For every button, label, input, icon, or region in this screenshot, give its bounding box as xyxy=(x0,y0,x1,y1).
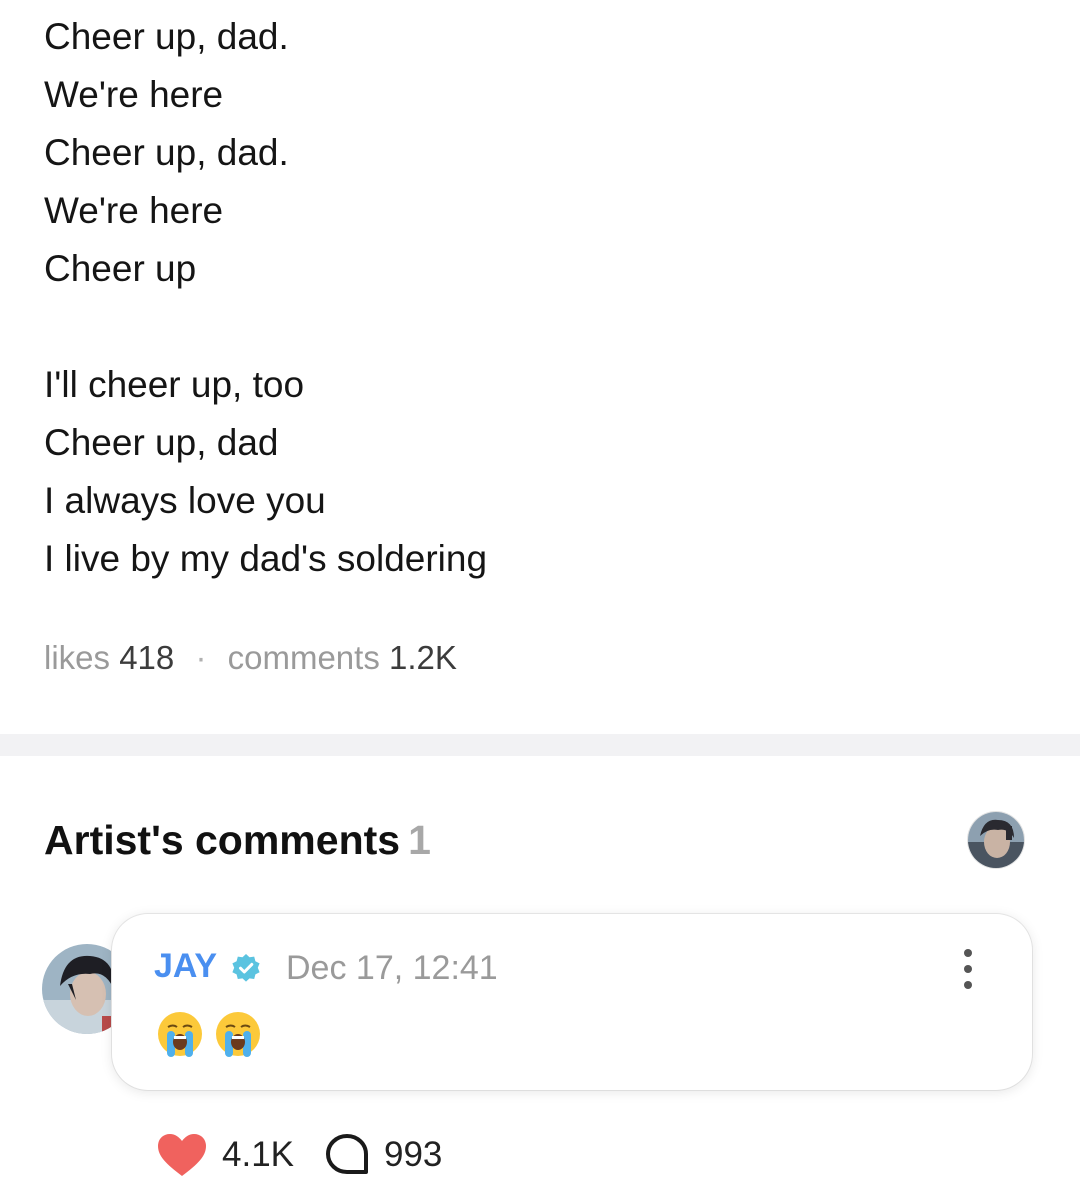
stats-separator: · xyxy=(195,639,207,676)
verified-badge-icon xyxy=(232,954,260,982)
artist-avatar-image xyxy=(968,812,1024,868)
artist-comment-card[interactable]: JAY Dec 17, 12:41 xyxy=(112,914,1032,1090)
post-body: Cheer up, dad. We're here Cheer up, dad.… xyxy=(44,8,1034,588)
comment-actions: 4.1K 993 xyxy=(156,1130,442,1180)
likes-count: 418 xyxy=(119,639,175,676)
loudly-crying-face-icon xyxy=(216,1012,260,1057)
reply-count: 993 xyxy=(384,1135,443,1174)
post-line: Cheer up, dad. xyxy=(44,132,289,173)
post-line: I'll cheer up, too xyxy=(44,364,305,405)
comment-author[interactable]: JAY xyxy=(154,946,217,986)
post-line: I always love you xyxy=(44,480,326,521)
comment-body xyxy=(156,1010,262,1058)
artist-comments-count: 1 xyxy=(408,817,431,863)
like-count: 4.1K xyxy=(222,1135,294,1174)
post-line: Cheer up xyxy=(44,248,197,289)
artist-avatar[interactable] xyxy=(968,812,1024,868)
post-line: Cheer up, dad xyxy=(44,422,279,463)
post-line: We're here xyxy=(44,74,224,115)
post-stats: likes 418 · comments 1.2K xyxy=(44,636,457,680)
comments-label[interactable]: comments xyxy=(228,639,380,676)
post-line: Cheer up, dad. xyxy=(44,16,289,57)
reply-bubble-icon[interactable] xyxy=(324,1132,370,1178)
section-divider xyxy=(0,734,1080,756)
post-line: We're here xyxy=(44,190,224,231)
loudly-crying-face-icon xyxy=(158,1012,202,1057)
comments-count[interactable]: 1.2K xyxy=(389,639,457,676)
likes-label: likes xyxy=(44,639,111,676)
artist-comments-title: Artist's comments xyxy=(44,817,401,863)
post-line: I live by my dad's soldering xyxy=(44,538,488,579)
more-vertical-icon[interactable] xyxy=(948,944,988,994)
heart-icon[interactable] xyxy=(156,1132,208,1178)
comment-timestamp: Dec 17, 12:41 xyxy=(286,949,498,987)
artist-comments-heading: Artist's comments 1 xyxy=(44,814,431,866)
